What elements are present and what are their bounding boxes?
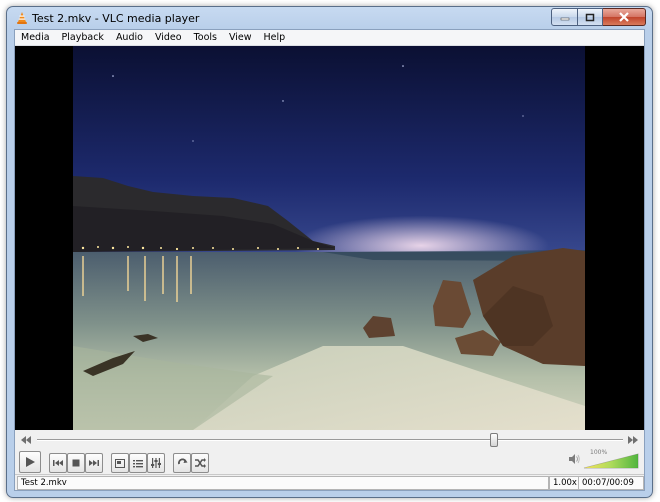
menu-view[interactable]: View	[223, 30, 258, 45]
menu-playback[interactable]: Playback	[56, 30, 110, 45]
play-button[interactable]	[19, 451, 41, 473]
stop-button[interactable]	[67, 453, 85, 473]
vlc-cone-icon	[17, 12, 27, 24]
loop-button[interactable]	[173, 453, 191, 473]
video-output[interactable]	[15, 46, 644, 430]
extended-settings-icon	[151, 458, 161, 468]
seek-bar-row	[15, 432, 644, 448]
previous-icon	[53, 460, 63, 466]
next-icon	[89, 460, 99, 466]
rewind-icon[interactable]	[20, 435, 32, 445]
minimize-button[interactable]	[551, 8, 578, 26]
caption-buttons	[551, 8, 646, 26]
menu-audio[interactable]: Audio	[110, 30, 149, 45]
shuffle-icon	[194, 458, 206, 468]
menu-help[interactable]: Help	[258, 30, 292, 45]
menu-bar: Media Playback Audio Video Tools View He…	[15, 30, 644, 46]
fullscreen-icon	[115, 458, 125, 468]
time-display[interactable]: 00:07/00:09	[578, 476, 644, 490]
maximize-icon	[585, 13, 595, 21]
title-bar[interactable]: Test 2.mkv - VLC media player	[7, 7, 652, 31]
volume-slider[interactable]	[583, 453, 639, 469]
maximize-button[interactable]	[578, 8, 603, 26]
extended-settings-button[interactable]	[147, 453, 165, 473]
playback-speed[interactable]: 1.00x	[549, 476, 579, 490]
menu-media[interactable]: Media	[15, 30, 56, 45]
menu-tools[interactable]: Tools	[188, 30, 223, 45]
playlist-button[interactable]	[129, 453, 147, 473]
playback-controls: 100%	[15, 449, 644, 473]
window-title: Test 2.mkv - VLC media player	[32, 12, 200, 25]
loop-icon	[177, 458, 187, 465]
vlc-window: Test 2.mkv - VLC media player Media Play…	[6, 6, 653, 498]
previous-button[interactable]	[49, 453, 67, 473]
status-filename: Test 2.mkv	[17, 476, 549, 490]
shuffle-button[interactable]	[191, 453, 209, 473]
play-icon	[26, 457, 35, 467]
close-button[interactable]	[603, 8, 646, 26]
next-button[interactable]	[85, 453, 103, 473]
seek-track[interactable]	[37, 439, 623, 441]
minimize-icon	[560, 17, 569, 21]
menu-video[interactable]: Video	[149, 30, 188, 45]
close-icon	[619, 12, 629, 22]
fullscreen-button[interactable]	[111, 453, 129, 473]
video-frame	[73, 46, 585, 430]
stop-icon	[72, 459, 80, 467]
client-area: Media Playback Audio Video Tools View He…	[14, 29, 645, 491]
playlist-icon	[133, 459, 143, 467]
seek-handle[interactable]	[490, 433, 499, 447]
status-bar: Test 2.mkv 1.00x 00:07/00:09	[15, 474, 644, 490]
speaker-icon[interactable]	[568, 453, 580, 465]
fast-forward-icon[interactable]	[627, 435, 639, 445]
